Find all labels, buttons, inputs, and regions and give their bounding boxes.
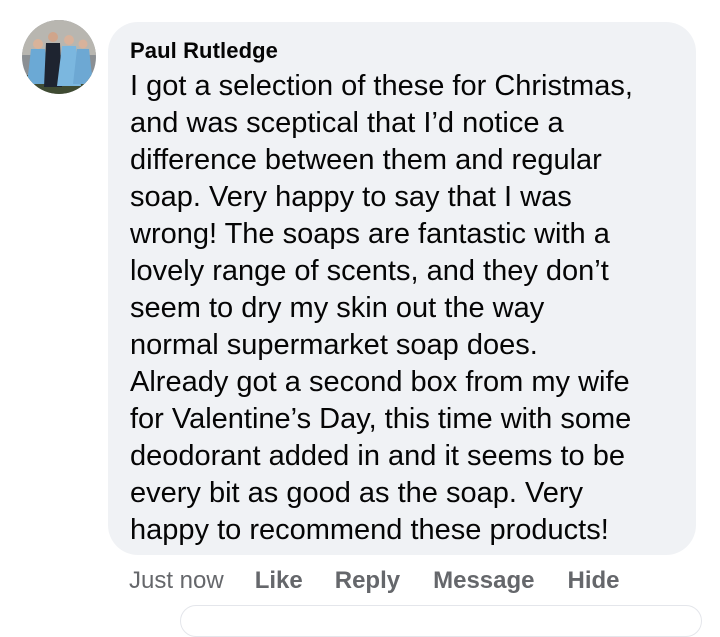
message-button[interactable]: Message: [433, 567, 534, 595]
comment: Paul Rutledge I got a selection of these…: [0, 0, 720, 637]
like-button[interactable]: Like: [255, 567, 303, 595]
hide-button[interactable]: Hide: [568, 567, 620, 595]
comment-actions: Just now Like Reply Message Hide: [129, 564, 620, 598]
comment-timestamp[interactable]: Just now: [129, 567, 224, 595]
reply-input-edge: [180, 605, 702, 637]
reply-button[interactable]: Reply: [335, 567, 400, 595]
avatar[interactable]: [22, 20, 96, 94]
comment-bubble: Paul Rutledge I got a selection of these…: [108, 22, 696, 555]
comment-text: I got a selection of these for Christmas…: [130, 70, 633, 546]
comment-author[interactable]: Paul Rutledge: [130, 36, 680, 66]
profile-photo: [22, 20, 96, 94]
